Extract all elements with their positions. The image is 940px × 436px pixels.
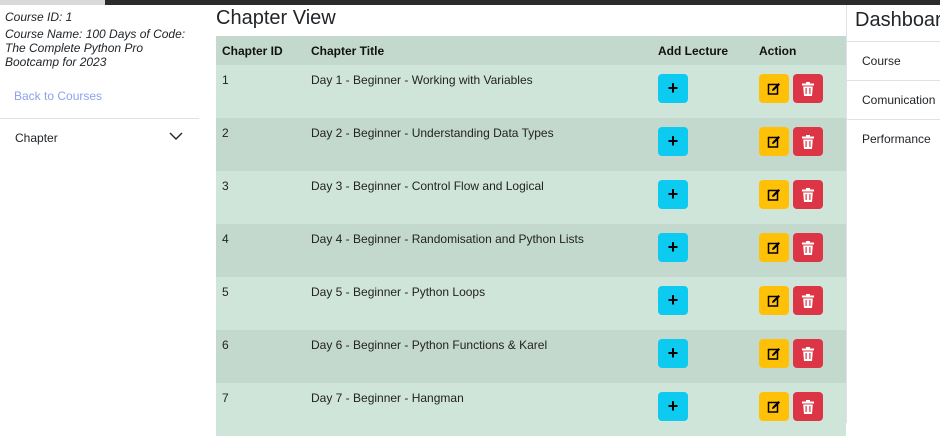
chapter-id-cell: 4 bbox=[222, 232, 229, 246]
table-body: 1 Day 1 - Beginner - Working with Variab… bbox=[216, 65, 846, 436]
edit-chapter-button[interactable] bbox=[759, 180, 789, 209]
table-row: 7 Day 7 - Beginner - Hangman + bbox=[216, 383, 846, 436]
chapter-title-cell: Day 2 - Beginner - Understanding Data Ty… bbox=[311, 126, 554, 140]
column-header-action: Action bbox=[759, 44, 797, 58]
course-name: Course Name: 100 Days of Code: The Compl… bbox=[5, 27, 186, 69]
nav-item-comunication[interactable]: Comunication bbox=[847, 80, 940, 119]
plus-icon: + bbox=[667, 290, 679, 310]
delete-chapter-button[interactable] bbox=[793, 286, 823, 315]
chapter-id-cell: 6 bbox=[222, 338, 229, 352]
nav-item-performance[interactable]: Performance bbox=[847, 119, 940, 158]
edit-icon bbox=[767, 347, 780, 360]
chapter-id-cell: 7 bbox=[222, 391, 229, 405]
left-sidebar: Course ID: 1 Course Name: 100 Days of Co… bbox=[0, 5, 200, 423]
table-row: 3 Day 3 - Beginner - Control Flow and Lo… bbox=[216, 171, 846, 224]
trash-icon bbox=[802, 240, 814, 255]
main-content: Chapter View Chapter ID Chapter Title Ad… bbox=[216, 5, 846, 436]
plus-icon: + bbox=[667, 184, 679, 204]
table-row: 4 Day 4 - Beginner - Randomisation and P… bbox=[216, 224, 846, 277]
add-lecture-button[interactable]: + bbox=[658, 127, 688, 156]
delete-chapter-button[interactable] bbox=[793, 339, 823, 368]
plus-icon: + bbox=[667, 237, 679, 257]
delete-chapter-button[interactable] bbox=[793, 392, 823, 421]
column-header-chapter-id: Chapter ID bbox=[222, 44, 283, 58]
plus-icon: + bbox=[667, 343, 679, 363]
edit-chapter-button[interactable] bbox=[759, 74, 789, 103]
add-lecture-button[interactable]: + bbox=[658, 180, 688, 209]
table-row: 2 Day 2 - Beginner - Understanding Data … bbox=[216, 118, 846, 171]
nav-item-label: Comunication bbox=[862, 93, 936, 107]
edit-icon bbox=[767, 82, 780, 95]
trash-icon bbox=[802, 346, 814, 361]
chapter-title-cell: Day 5 - Beginner - Python Loops bbox=[311, 285, 486, 299]
chapter-accordion-toggle[interactable]: Chapter bbox=[0, 119, 199, 157]
edit-icon bbox=[767, 294, 780, 307]
edit-icon bbox=[767, 188, 780, 201]
column-header-add-lecture: Add Lecture bbox=[658, 44, 729, 58]
delete-chapter-button[interactable] bbox=[793, 180, 823, 209]
edit-chapter-button[interactable] bbox=[759, 127, 789, 156]
edit-chapter-button[interactable] bbox=[759, 286, 789, 315]
delete-chapter-button[interactable] bbox=[793, 233, 823, 262]
right-sidebar: Dashboard Course Comunication Performanc… bbox=[846, 5, 940, 423]
edit-chapter-button[interactable] bbox=[759, 339, 789, 368]
table-row: 1 Day 1 - Beginner - Working with Variab… bbox=[216, 65, 846, 118]
trash-icon bbox=[802, 134, 814, 149]
plus-icon: + bbox=[667, 78, 679, 98]
trash-icon bbox=[802, 399, 814, 414]
add-lecture-button[interactable]: + bbox=[658, 339, 688, 368]
chapter-id-cell: 1 bbox=[222, 73, 229, 87]
chapter-id-cell: 3 bbox=[222, 179, 229, 193]
nav-item-label: Course bbox=[862, 54, 901, 68]
chapter-title-cell: Day 1 - Beginner - Working with Variable… bbox=[311, 73, 533, 87]
chapter-id-cell: 5 bbox=[222, 285, 229, 299]
plus-icon: + bbox=[667, 131, 679, 151]
table-header: Chapter ID Chapter Title Add Lecture Act… bbox=[216, 36, 846, 65]
chapter-table: Chapter ID Chapter Title Add Lecture Act… bbox=[216, 36, 846, 436]
column-header-chapter-title: Chapter Title bbox=[311, 44, 385, 58]
chevron-down-icon bbox=[169, 132, 183, 140]
add-lecture-button[interactable]: + bbox=[658, 286, 688, 315]
chapter-title-cell: Day 3 - Beginner - Control Flow and Logi… bbox=[311, 179, 544, 193]
delete-chapter-button[interactable] bbox=[793, 74, 823, 103]
add-lecture-button[interactable]: + bbox=[658, 74, 688, 103]
chapter-id-cell: 2 bbox=[222, 126, 229, 140]
chapter-title-cell: Day 6 - Beginner - Python Functions & Ka… bbox=[311, 338, 548, 352]
plus-icon: + bbox=[667, 396, 679, 416]
table-row: 5 Day 5 - Beginner - Python Loops + bbox=[216, 277, 846, 330]
nav-item-course[interactable]: Course bbox=[847, 41, 940, 80]
edit-icon bbox=[767, 135, 780, 148]
table-row: 6 Day 6 - Beginner - Python Functions & … bbox=[216, 330, 846, 383]
edit-chapter-button[interactable] bbox=[759, 233, 789, 262]
edit-chapter-button[interactable] bbox=[759, 392, 789, 421]
trash-icon bbox=[802, 81, 814, 96]
add-lecture-button[interactable]: + bbox=[658, 392, 688, 421]
trash-icon bbox=[802, 187, 814, 202]
nav-item-label: Performance bbox=[862, 132, 931, 146]
page-title: Chapter View bbox=[216, 7, 336, 29]
chapter-title-cell: Day 7 - Beginner - Hangman bbox=[311, 391, 464, 405]
dashboard-title: Dashboard bbox=[855, 9, 940, 31]
back-to-courses-link[interactable]: Back to Courses bbox=[14, 89, 102, 103]
chapter-title-cell: Day 4 - Beginner - Randomisation and Pyt… bbox=[311, 232, 584, 246]
edit-icon bbox=[767, 400, 780, 413]
edit-icon bbox=[767, 241, 780, 254]
trash-icon bbox=[802, 293, 814, 308]
chapter-toggle-label: Chapter bbox=[15, 131, 58, 145]
delete-chapter-button[interactable] bbox=[793, 127, 823, 156]
add-lecture-button[interactable]: + bbox=[658, 233, 688, 262]
course-id: Course ID: 1 bbox=[5, 10, 73, 24]
